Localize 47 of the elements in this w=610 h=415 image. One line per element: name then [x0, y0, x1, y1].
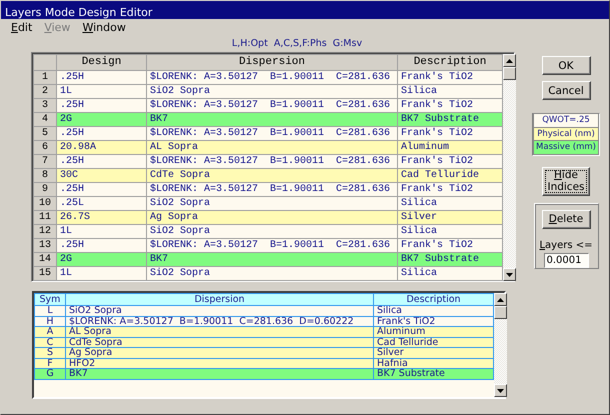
table-cell: Silica — [398, 266, 502, 280]
window-title: Layers Mode Design Editor — [5, 6, 152, 19]
column-header[interactable]: Sym — [34, 294, 66, 306]
menu-item[interactable]: Window — [76, 21, 132, 34]
dialog-button[interactable]: OK — [542, 56, 590, 75]
table-cell: SiO2 Sopra — [146, 266, 398, 280]
column-header[interactable]: Description — [374, 294, 494, 306]
legend-entry: QWOT=.25 — [533, 113, 599, 128]
hide-indices-button[interactable]: Hide Indices — [542, 166, 590, 196]
table-cell: L — [34, 306, 66, 316]
column-header[interactable]: Dispersion — [66, 294, 374, 306]
menu-item[interactable]: Edit — [5, 21, 38, 34]
up-arrow-icon — [497, 298, 504, 302]
down-arrow-icon — [497, 388, 504, 392]
scrollbar-thumb[interactable] — [503, 67, 516, 80]
scrollbar[interactable] — [494, 293, 507, 397]
row-number: 15 — [34, 266, 56, 280]
row-number: 12 — [34, 224, 56, 238]
column-header[interactable]: Description — [398, 54, 502, 70]
row-number: 5 — [34, 126, 56, 140]
dialog-button[interactable]: Cancel — [542, 81, 590, 100]
table-cell: 1L — [56, 266, 146, 280]
row-number: 4 — [34, 112, 56, 126]
row-number: 9 — [34, 182, 56, 196]
column-header[interactable]: Design — [56, 54, 146, 70]
row-number: 13 — [34, 238, 56, 252]
column-header[interactable]: Dispersion — [146, 54, 398, 70]
legend-entry: Massive (mm) — [533, 140, 599, 154]
row-number: 7 — [34, 154, 56, 168]
row-number: 3 — [34, 98, 56, 112]
delete-button[interactable]: Delete — [542, 210, 590, 228]
row-number: 10 — [34, 196, 56, 210]
row-number: 8 — [34, 168, 56, 182]
row-number: 6 — [34, 140, 56, 154]
scrollbar-thumb[interactable] — [494, 306, 507, 319]
field-label: Layers <= — [539, 240, 593, 250]
down-arrow-icon — [506, 272, 513, 276]
row-number: 1 — [34, 70, 56, 84]
row-number: 2 — [34, 84, 56, 98]
row-number: 14 — [34, 252, 56, 266]
table-cell: A — [34, 326, 66, 337]
row-number: 11 — [34, 210, 56, 224]
scrollbar[interactable] — [503, 54, 516, 281]
legend-text: L,H:Opt A,C,S,F:Phs G:Msv — [230, 37, 364, 51]
table-cell: BK7 — [66, 368, 374, 379]
input-field[interactable]: 0.0001 — [544, 252, 588, 268]
up-arrow-icon — [506, 58, 513, 62]
